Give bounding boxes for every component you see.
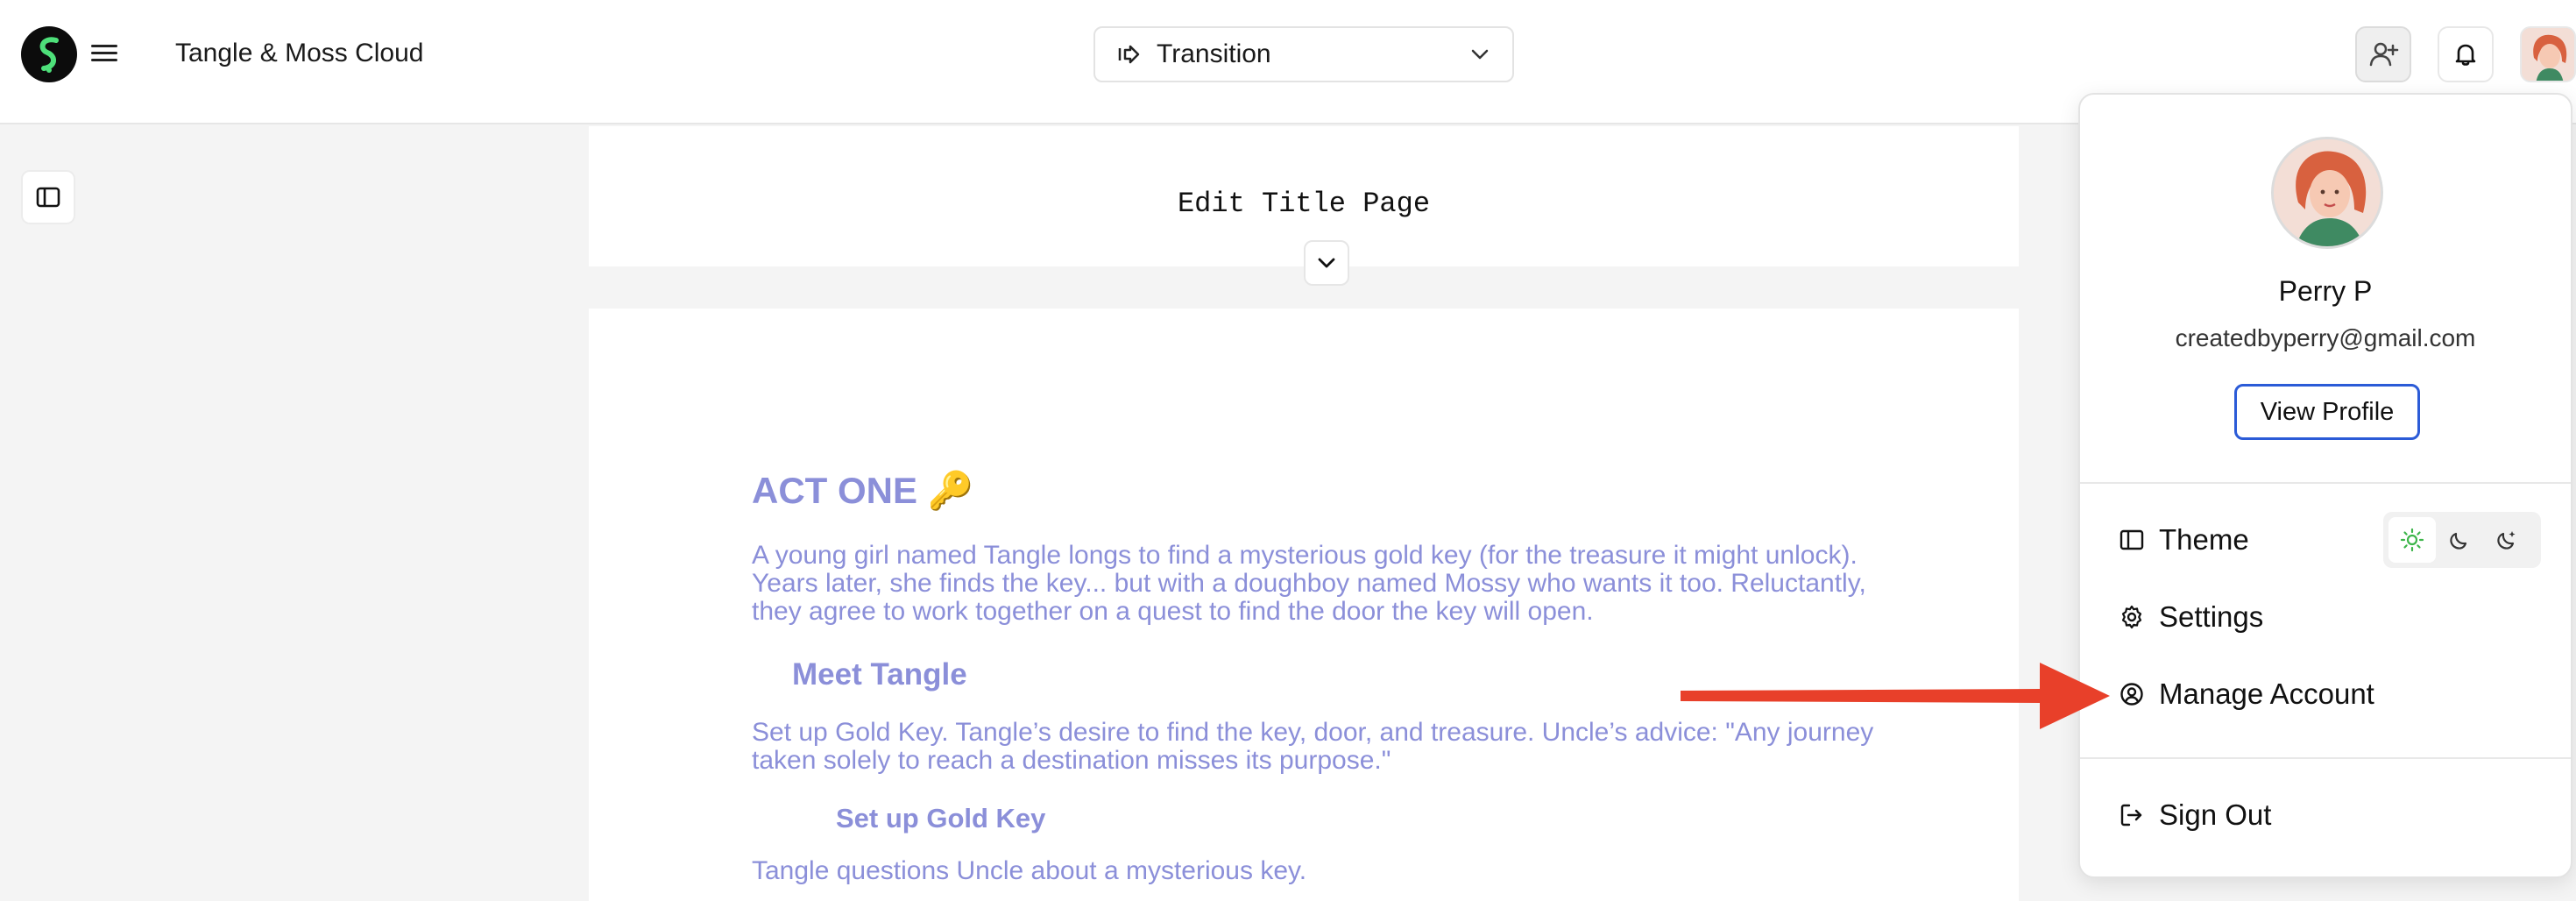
menu-item-manage-account[interactable]: Manage Account — [2119, 670, 2374, 719]
sidebar-toggle-icon — [36, 187, 60, 208]
sequence-heading[interactable]: Meet Tangle — [792, 657, 967, 692]
divider — [2080, 482, 2571, 484]
avatar — [2522, 28, 2574, 81]
notifications-button[interactable] — [2438, 26, 2494, 82]
settings-label: Settings — [2159, 600, 2264, 633]
element-type-value: Transition — [1157, 39, 1271, 68]
manage-account-label: Manage Account — [2159, 678, 2374, 710]
expand-title-page-button[interactable] — [1304, 240, 1349, 286]
gear-icon — [2121, 605, 2142, 629]
chevron-down-icon — [1318, 258, 1335, 268]
user-circle-icon — [2120, 683, 2143, 706]
chevron-down-icon — [1471, 49, 1489, 60]
act-heading[interactable]: ACT ONE 🔑 — [752, 470, 973, 513]
add-collaborator-button[interactable] — [2355, 26, 2411, 82]
menu-item-settings[interactable]: Settings — [2119, 592, 2263, 642]
element-type-dropdown[interactable]: Transition — [1093, 26, 1514, 82]
sign-out-icon — [2120, 804, 2142, 827]
sun-icon — [2400, 528, 2424, 552]
theme-system-button[interactable] — [2483, 517, 2530, 563]
user-email: createdbyperry@gmail.com — [2175, 324, 2476, 351]
avatar — [2271, 137, 2383, 249]
sidebar-panel-icon — [2120, 529, 2144, 550]
moon-stars-icon — [2497, 531, 2516, 550]
theme-light-button[interactable] — [2388, 517, 2436, 563]
annotation-arrow-icon — [1681, 663, 2110, 729]
act-description[interactable]: A young girl named Tangle longs to find … — [752, 542, 1891, 626]
user-avatar-button[interactable] — [2520, 26, 2576, 82]
user-name: Perry P — [2278, 275, 2373, 307]
theme-label: Theme — [2159, 523, 2249, 556]
menu-item-theme: Theme — [2119, 515, 2249, 564]
moon-icon — [2450, 532, 2467, 550]
scene-heading[interactable]: Set up Gold Key — [836, 803, 1045, 834]
sidebar-toggle-button[interactable] — [21, 170, 75, 224]
theme-dark-button[interactable] — [2436, 517, 2483, 563]
hamburger-icon[interactable] — [91, 40, 117, 67]
edit-title-page-link[interactable]: Edit Title Page — [589, 188, 2019, 220]
bell-icon — [2455, 44, 2476, 66]
add-user-icon — [2369, 42, 2399, 67]
app-title: Tangle & Moss Cloud — [175, 39, 424, 67]
divider — [2080, 757, 2571, 759]
sign-out-label: Sign Out — [2159, 798, 2272, 831]
profile-dropdown-menu: Perry P createdbyperry@gmail.com View Pr… — [2078, 93, 2572, 878]
theme-toggle-group — [2383, 512, 2541, 568]
menu-item-sign-out[interactable]: Sign Out — [2119, 791, 2271, 840]
view-profile-button[interactable]: View Profile — [2234, 384, 2420, 440]
transition-icon — [1118, 45, 1140, 64]
script-page: ACT ONE 🔑 A young girl named Tangle long… — [589, 309, 2019, 901]
logo-icon[interactable] — [21, 26, 77, 82]
scene-description[interactable]: Tangle questions Uncle about a mysteriou… — [752, 857, 1891, 885]
